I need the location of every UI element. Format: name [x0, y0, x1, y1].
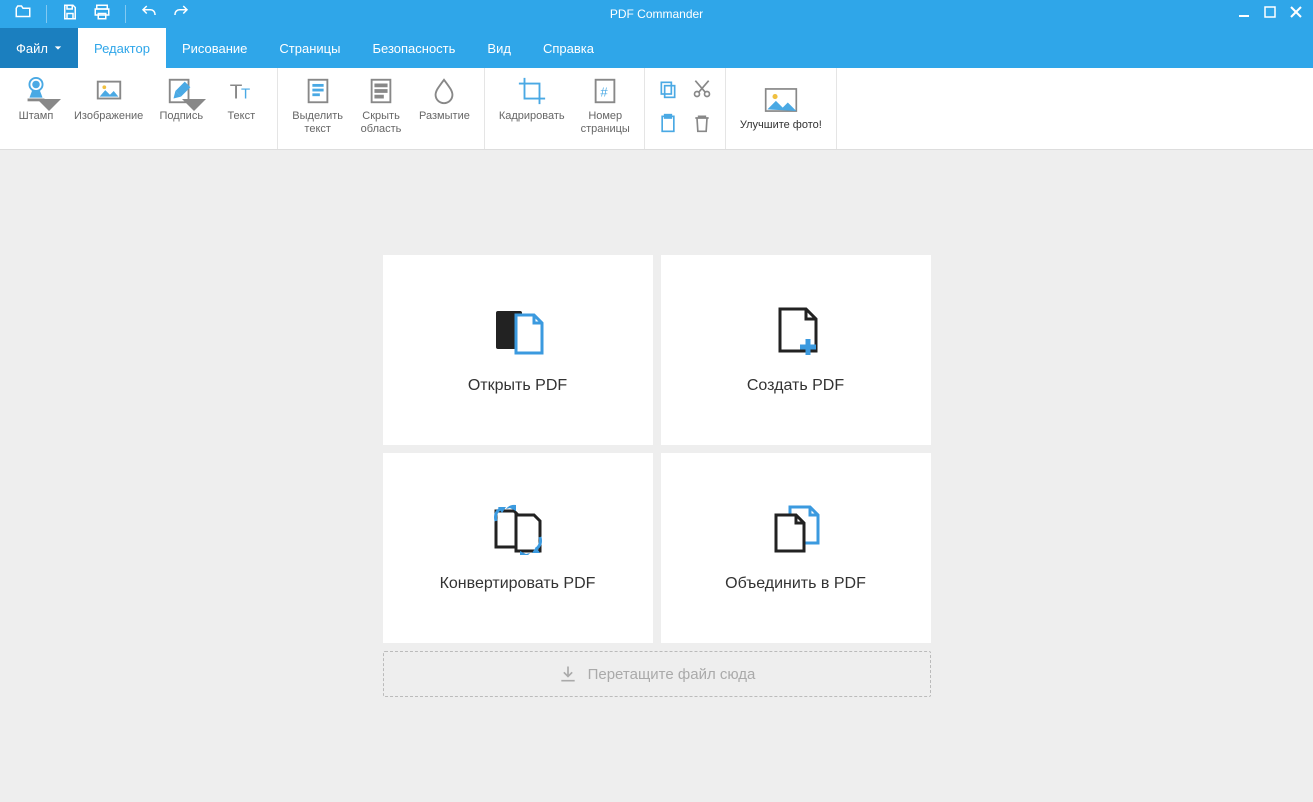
stamp-button[interactable]: Штамп [6, 72, 66, 145]
chevron-down-icon [54, 44, 62, 52]
promo-label[interactable]: Улучшите фото! [740, 119, 822, 131]
tab-file-label: Файл [16, 41, 48, 56]
separator [46, 5, 47, 23]
svg-text:#: # [601, 85, 609, 100]
text-label: Текст [227, 110, 255, 123]
svg-text:T: T [241, 86, 250, 103]
photo-icon [764, 87, 798, 113]
crop-button[interactable]: Кадрировать [491, 72, 573, 145]
copy-button[interactable] [653, 74, 683, 104]
tab-editor-label: Редактор [94, 41, 150, 56]
paste-button[interactable] [653, 108, 683, 138]
blur-button[interactable]: Размытие [411, 72, 478, 145]
print-icon[interactable] [93, 3, 111, 26]
create-pdf-icon [766, 305, 826, 357]
hidearea-button[interactable]: Скрыть область [351, 72, 411, 145]
open-icon[interactable] [14, 3, 32, 26]
blur-icon [429, 76, 459, 106]
convert-pdf-card[interactable]: Конвертировать PDF [383, 453, 653, 643]
maximize-icon[interactable] [1263, 5, 1277, 24]
crop-icon [517, 76, 547, 106]
tab-editor[interactable]: Редактор [78, 28, 166, 68]
undo-icon[interactable] [140, 3, 158, 26]
download-icon [558, 664, 578, 684]
merge-pdf-card[interactable]: Объединить в PDF [661, 453, 931, 643]
separator [125, 5, 126, 23]
paste-icon [658, 113, 678, 133]
tab-help[interactable]: Справка [527, 28, 610, 68]
create-pdf-card[interactable]: Создать PDF [661, 255, 931, 445]
delete-button[interactable] [687, 108, 717, 138]
tab-security[interactable]: Безопасность [356, 28, 471, 68]
workspace: Открыть PDF Создать PDF Конвертировать P… [0, 150, 1313, 802]
hidearea-label: Скрыть область [361, 110, 402, 136]
close-icon[interactable] [1289, 5, 1303, 24]
hidearea-icon [366, 76, 396, 106]
tab-pages[interactable]: Страницы [263, 28, 356, 68]
open-pdf-icon [488, 305, 548, 357]
dropzone-label: Перетащите файл сюда [588, 666, 756, 683]
convert-pdf-label: Конвертировать PDF [440, 575, 596, 593]
tab-view-label: Вид [487, 41, 511, 56]
highlight-button[interactable]: Выделить текст [284, 72, 351, 145]
ribbon: Штамп Изображение Подпись TT Текст Выдел… [0, 68, 1313, 150]
menu-tabs: Файл Редактор Рисование Страницы Безопас… [0, 28, 1313, 68]
tab-drawing-label: Рисование [182, 41, 247, 56]
open-pdf-card[interactable]: Открыть PDF [383, 255, 653, 445]
titlebar: PDF Commander [0, 0, 1313, 28]
redo-icon[interactable] [172, 3, 190, 26]
tab-drawing[interactable]: Рисование [166, 28, 263, 68]
image-icon [94, 76, 124, 106]
pagenum-icon: # [590, 76, 620, 106]
highlight-icon [303, 76, 333, 106]
highlight-label: Выделить текст [292, 110, 343, 136]
tab-help-label: Справка [543, 41, 594, 56]
pagenum-button[interactable]: # Номер страницы [573, 72, 638, 145]
trash-icon [692, 113, 712, 133]
signature-button[interactable]: Подпись [151, 72, 211, 145]
chevron-down-icon [179, 90, 209, 120]
image-label: Изображение [74, 110, 143, 123]
crop-label: Кадрировать [499, 110, 565, 123]
tab-security-label: Безопасность [372, 41, 455, 56]
dropzone[interactable]: Перетащите файл сюда [383, 651, 931, 697]
text-button[interactable]: TT Текст [211, 72, 271, 145]
open-pdf-label: Открыть PDF [468, 377, 567, 395]
cut-button[interactable] [687, 74, 717, 104]
blur-label: Размытие [419, 110, 470, 123]
merge-pdf-icon [766, 503, 826, 555]
tab-view[interactable]: Вид [471, 28, 527, 68]
tab-pages-label: Страницы [279, 41, 340, 56]
text-icon: TT [226, 76, 256, 106]
chevron-down-icon [34, 90, 64, 120]
tab-file[interactable]: Файл [0, 28, 78, 68]
pagenum-label: Номер страницы [581, 110, 630, 136]
merge-pdf-label: Объединить в PDF [725, 575, 866, 593]
convert-pdf-icon [488, 503, 548, 555]
image-button[interactable]: Изображение [66, 72, 151, 145]
save-icon[interactable] [61, 3, 79, 26]
minimize-icon[interactable] [1237, 5, 1251, 24]
cut-icon [692, 79, 712, 99]
copy-icon [658, 79, 678, 99]
app-title: PDF Commander [610, 7, 703, 21]
create-pdf-label: Создать PDF [747, 377, 844, 395]
